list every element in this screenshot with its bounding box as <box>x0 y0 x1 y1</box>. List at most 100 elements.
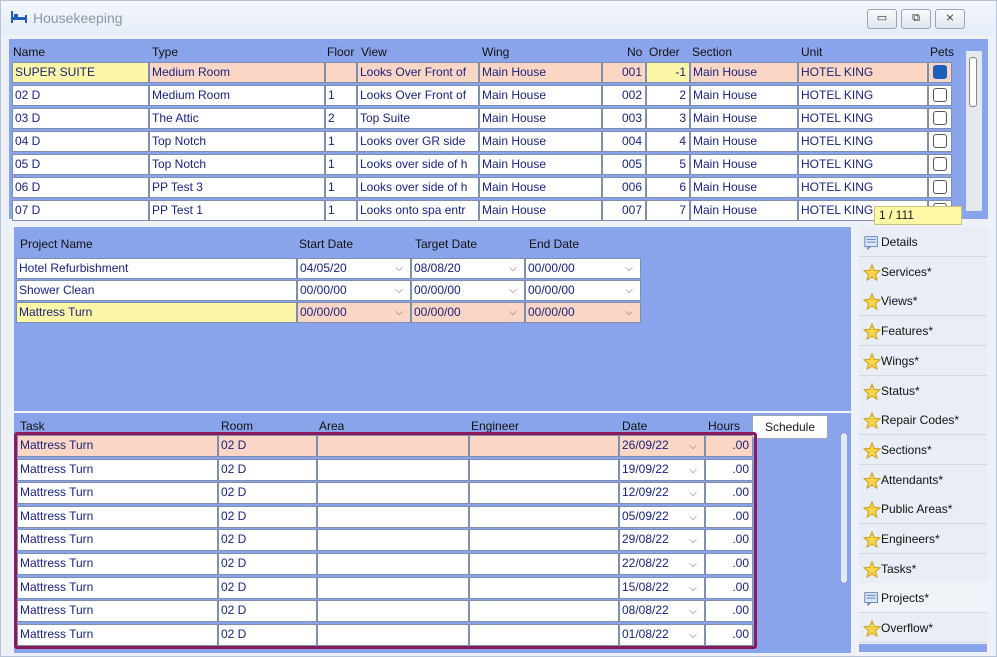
tasks-cell-room[interactable]: 02 D <box>218 576 317 599</box>
rooms-cell-type[interactable]: Top Notch <box>149 154 325 175</box>
chevron-down-icon[interactable]: ⌵ <box>620 259 638 278</box>
tasks-cell-date[interactable]: 01/08/22 ⌵ <box>619 623 705 646</box>
rooms-cell-type[interactable]: Top Notch <box>149 131 325 152</box>
chevron-down-icon[interactable]: ⌵ <box>390 303 408 322</box>
rooms-cell-no[interactable]: 002 <box>602 85 646 106</box>
tasks-cell-room[interactable]: 02 D <box>218 458 317 481</box>
tab-attendants[interactable]: Attendants* <box>859 464 987 495</box>
rooms-cell-no[interactable]: 003 <box>602 108 646 129</box>
tasks-cell-engineer[interactable] <box>469 553 619 575</box>
rooms-cell-unit[interactable]: HOTEL KING <box>798 177 928 198</box>
rooms-cell-name[interactable]: SUPER SUITE <box>12 62 149 83</box>
tab-status[interactable]: Status* <box>859 375 987 406</box>
rooms-cell-no[interactable]: 006 <box>602 177 646 198</box>
rooms-scrollbar[interactable] <box>966 51 982 211</box>
tasks-cell-hours[interactable]: .00 <box>705 435 753 457</box>
rooms-scrollbar-thumb[interactable] <box>969 57 977 107</box>
rooms-cell-wing[interactable]: Main House <box>479 154 602 175</box>
rooms-cell-name[interactable]: 05 D <box>12 154 149 175</box>
tasks-cell-hours[interactable]: .00 <box>705 529 753 552</box>
rooms-cell-floor[interactable]: 1 <box>325 200 357 221</box>
tasks-cell-task[interactable]: Mattress Turn <box>17 553 218 575</box>
rooms-cell-view[interactable]: Top Suite <box>357 108 479 129</box>
rooms-cell-no[interactable]: 007 <box>602 200 646 221</box>
tab-sections[interactable]: Sections* <box>859 434 987 465</box>
tab-details[interactable]: Details <box>859 227 987 257</box>
tasks-cell-engineer[interactable] <box>469 623 619 646</box>
minimize-button[interactable]: ▭ <box>867 9 897 29</box>
tasks-cell-room[interactable]: 02 D <box>218 505 317 528</box>
rooms-cell-type[interactable]: Medium Room <box>149 85 325 106</box>
projects-cell-target[interactable]: 08/08/20 ⌵ <box>411 258 525 279</box>
rooms-cell-section[interactable]: Main House <box>690 200 798 221</box>
rooms-cell-view[interactable]: Looks over side of h <box>357 177 479 198</box>
rooms-cell-wing[interactable]: Main House <box>479 62 602 83</box>
tasks-cell-task[interactable]: Mattress Turn <box>17 505 218 528</box>
pets-checkbox[interactable] <box>933 88 947 102</box>
tasks-cell-task[interactable]: Mattress Turn <box>17 529 218 552</box>
chevron-down-icon[interactable]: ⌵ <box>620 303 638 322</box>
rooms-cell-unit[interactable]: HOTEL KING <box>798 131 928 152</box>
tasks-cell-task[interactable]: Mattress Turn <box>17 576 218 599</box>
rooms-cell-view[interactable]: Looks Over Front of <box>357 62 479 83</box>
rooms-cell-unit[interactable]: HOTEL KING <box>798 154 928 175</box>
rooms-cell-wing[interactable]: Main House <box>479 85 602 106</box>
tasks-cell-date[interactable]: 26/09/22 ⌵ <box>619 435 705 457</box>
rooms-cell-view[interactable]: Looks over side of h <box>357 154 479 175</box>
tasks-cell-engineer[interactable] <box>469 435 619 457</box>
chevron-down-icon[interactable]: ⌵ <box>684 461 702 480</box>
tasks-cell-task[interactable]: Mattress Turn <box>17 623 218 646</box>
rooms-cell-order[interactable]: 2 <box>646 85 690 106</box>
rooms-cell-order[interactable]: 5 <box>646 154 690 175</box>
tasks-cell-hours[interactable]: .00 <box>705 482 753 505</box>
chevron-down-icon[interactable]: ⌵ <box>684 508 702 527</box>
chevron-down-icon[interactable]: ⌵ <box>684 626 702 645</box>
tasks-cell-engineer[interactable] <box>469 576 619 599</box>
tab-overflow[interactable]: Overflow* <box>859 613 987 644</box>
rooms-cell-wing[interactable]: Main House <box>479 108 602 129</box>
tab-repair-codes[interactable]: Repair Codes* <box>859 405 987 436</box>
tasks-cell-engineer[interactable] <box>469 505 619 528</box>
rooms-cell-order[interactable]: 4 <box>646 131 690 152</box>
rooms-cell-order[interactable]: 6 <box>646 177 690 198</box>
schedule-button[interactable]: Schedule <box>752 415 828 439</box>
tab-engineers[interactable]: Engineers* <box>859 524 987 554</box>
projects-cell-name[interactable]: Mattress Turn <box>16 302 297 323</box>
rooms-cell-type[interactable]: The Attic <box>149 108 325 129</box>
tasks-cell-hours[interactable]: .00 <box>705 553 753 575</box>
rooms-cell-section[interactable]: Main House <box>690 108 798 129</box>
tasks-cell-task[interactable]: Mattress Turn <box>17 435 218 457</box>
rooms-cell-wing[interactable]: Main House <box>479 177 602 198</box>
rooms-cell-unit[interactable]: HOTEL KING <box>798 108 928 129</box>
rooms-cell-type[interactable]: PP Test 3 <box>149 177 325 198</box>
tab-views[interactable]: Views* <box>859 286 987 317</box>
tasks-cell-task[interactable]: Mattress Turn <box>17 600 218 623</box>
tasks-cell-date[interactable]: 19/09/22 ⌵ <box>619 458 705 481</box>
chevron-down-icon[interactable]: ⌵ <box>390 259 408 278</box>
tasks-cell-engineer[interactable] <box>469 482 619 505</box>
rooms-cell-order[interactable]: 7 <box>646 200 690 221</box>
tasks-cell-area[interactable] <box>317 623 469 646</box>
tasks-cell-area[interactable] <box>317 435 469 457</box>
tasks-cell-task[interactable]: Mattress Turn <box>17 458 218 481</box>
rooms-cell-view[interactable]: Looks onto spa entr <box>357 200 479 221</box>
pets-checkbox[interactable] <box>933 65 947 79</box>
rooms-cell-type[interactable]: Medium Room <box>149 62 325 83</box>
rooms-cell-section[interactable]: Main House <box>690 131 798 152</box>
tasks-cell-date[interactable]: 15/08/22 ⌵ <box>619 576 705 599</box>
tasks-cell-engineer[interactable] <box>469 529 619 552</box>
rooms-cell-floor[interactable]: 1 <box>325 131 357 152</box>
tasks-cell-hours[interactable]: .00 <box>705 600 753 623</box>
rooms-cell-name[interactable]: 06 D <box>12 177 149 198</box>
pets-checkbox[interactable] <box>933 111 947 125</box>
projects-cell-end[interactable]: 00/00/00 ⌵ <box>525 302 641 323</box>
tasks-cell-date[interactable]: 29/08/22 ⌵ <box>619 529 705 552</box>
projects-cell-start[interactable]: 04/05/20 ⌵ <box>297 258 411 279</box>
tasks-cell-hours[interactable]: .00 <box>705 505 753 528</box>
chevron-down-icon[interactable]: ⌵ <box>684 437 702 456</box>
projects-cell-name[interactable]: Shower Clean <box>16 280 297 301</box>
tasks-cell-date[interactable]: 05/09/22 ⌵ <box>619 505 705 528</box>
tasks-cell-hours[interactable]: .00 <box>705 623 753 646</box>
tab-services[interactable]: Services* <box>859 256 987 287</box>
rooms-cell-no[interactable]: 004 <box>602 131 646 152</box>
